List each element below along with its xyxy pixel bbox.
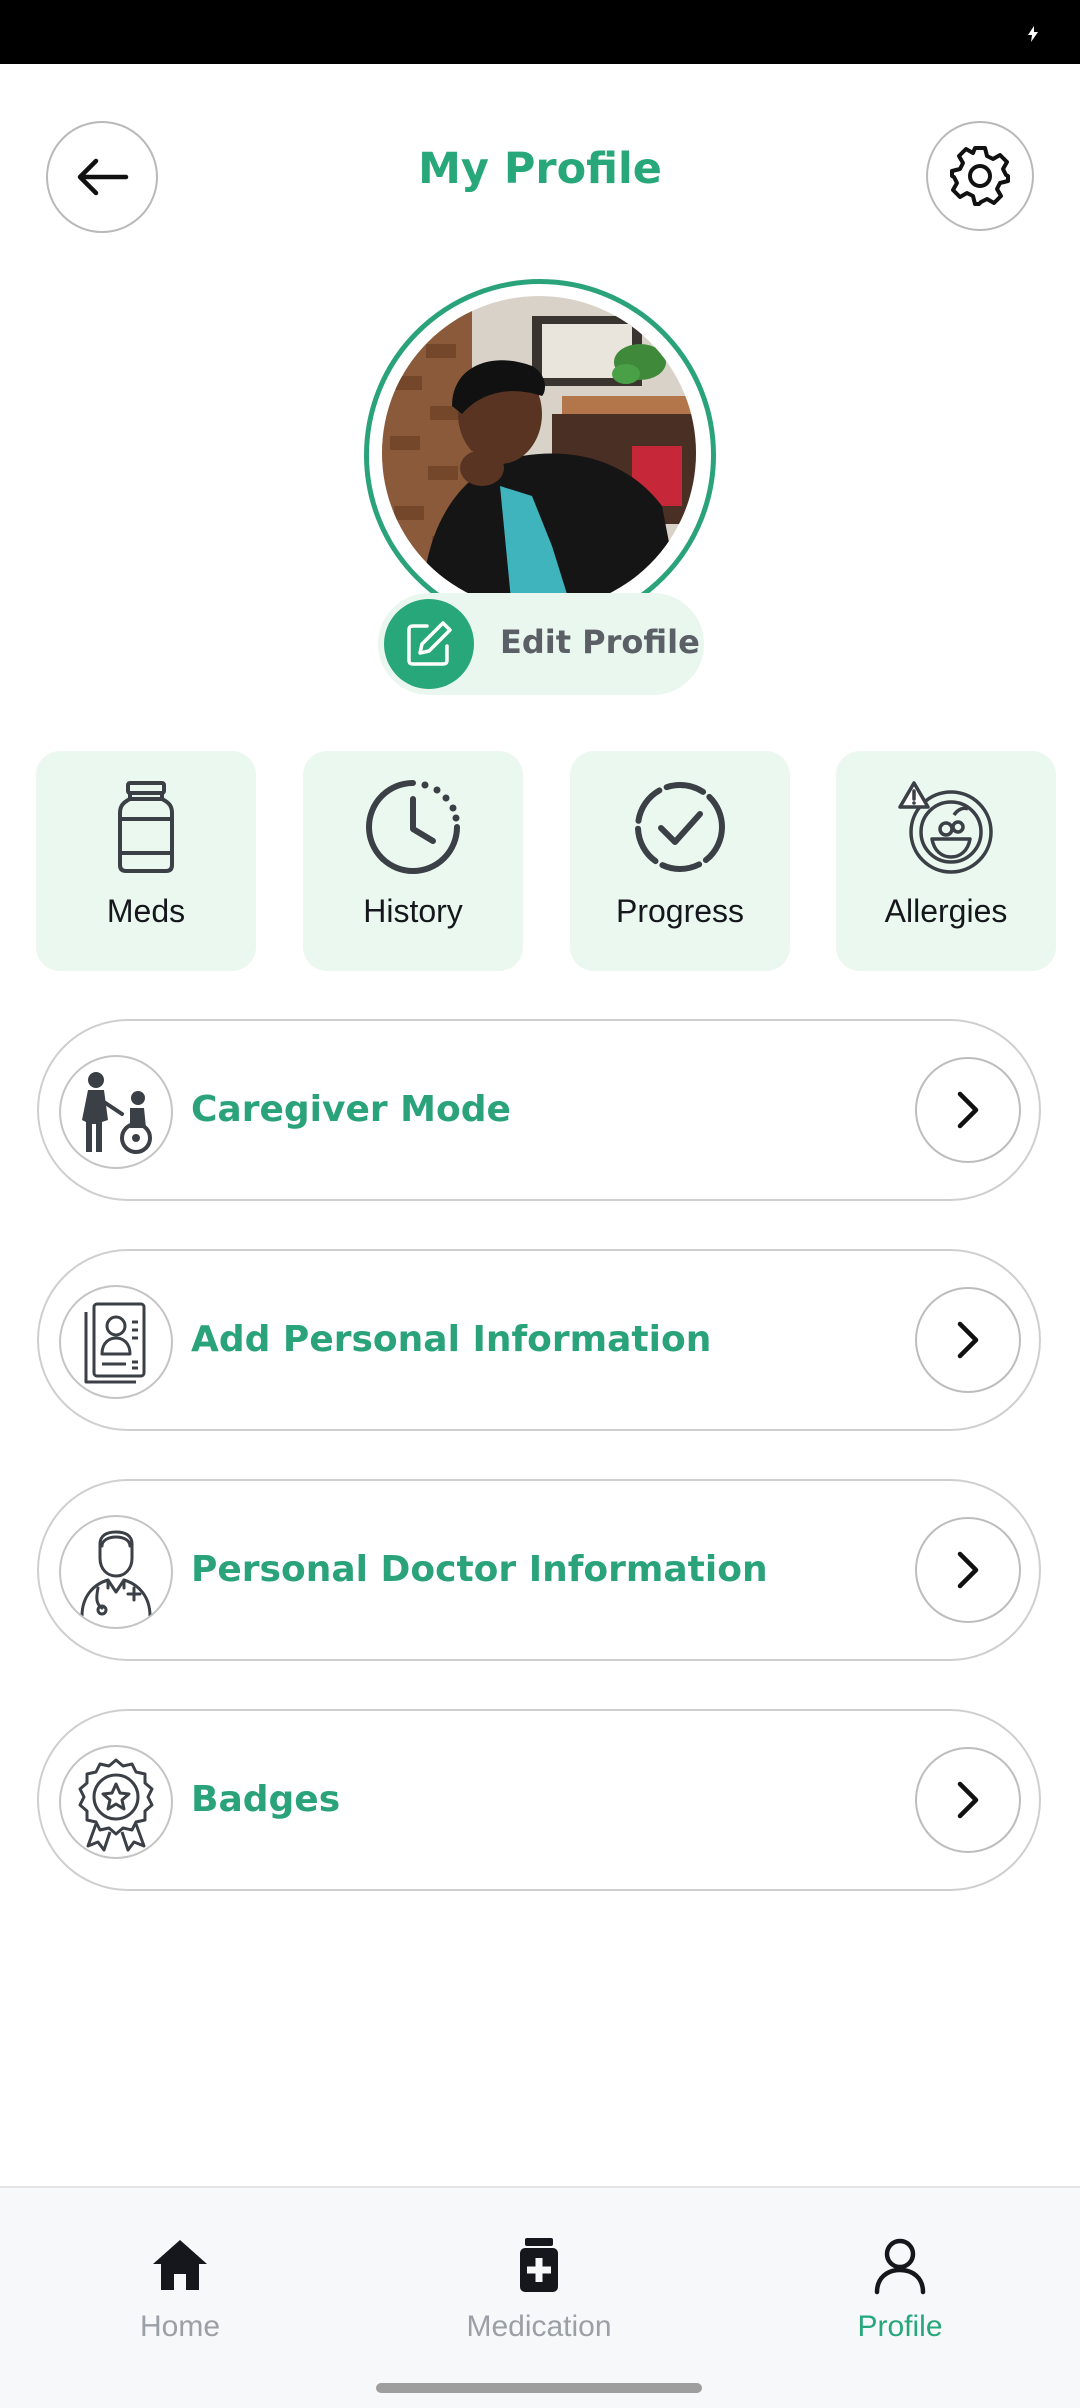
quick-action-label: Progress	[615, 893, 745, 929]
chevron-right-button[interactable]	[915, 1517, 1021, 1623]
nav-item-profile[interactable]: Profile	[770, 2188, 1030, 2368]
clock-history-icon	[366, 780, 460, 874]
chevron-right-button[interactable]	[915, 1287, 1021, 1393]
menu-item-icon-wrap	[59, 1055, 173, 1169]
menu-item-caregiver-mode[interactable]: Caregiver Mode	[37, 1019, 1041, 1201]
medication-icon	[520, 2238, 558, 2292]
gear-icon	[950, 146, 1010, 206]
quick-action-meds[interactable]: Meds	[36, 751, 256, 971]
charging-icon	[1028, 26, 1038, 42]
doctor-icon	[80, 1530, 152, 1618]
edit-icon-circle	[384, 599, 474, 689]
user-avatar-photo	[382, 296, 696, 610]
nav-label-medication: Medication	[466, 2310, 612, 2343]
quick-action-label: Allergies	[884, 893, 1008, 929]
nav-label-home: Home	[139, 2310, 221, 2343]
menu-item-icon-wrap	[59, 1285, 173, 1399]
home-icon	[153, 2240, 207, 2290]
menu-item-label: Caregiver Mode	[191, 1089, 511, 1130]
settings-button[interactable]	[926, 121, 1034, 231]
badge-star-icon	[78, 1758, 154, 1852]
chevron-right-icon	[957, 1321, 979, 1359]
quick-action-progress[interactable]: Progress	[570, 751, 790, 971]
menu-item-add-personal-information[interactable]: Add Personal Information	[37, 1249, 1041, 1431]
menu-item-icon-wrap	[59, 1515, 173, 1629]
profile-person-icon	[874, 2238, 926, 2295]
allergy-food-warning-icon	[898, 781, 993, 874]
edit-profile-button[interactable]: Edit Profile	[378, 593, 704, 695]
page-title: My Profile	[418, 144, 662, 194]
check-circle-dashed-icon	[635, 782, 725, 872]
quick-action-allergies[interactable]: Allergies	[836, 751, 1056, 971]
pencil-square-icon	[407, 621, 452, 666]
menu-item-label: Personal Doctor Information	[191, 1549, 768, 1590]
nav-item-home[interactable]: Home	[50, 2188, 310, 2368]
caregiver-wheelchair-icon	[82, 1072, 152, 1154]
menu-item-personal-doctor-information[interactable]: Personal Doctor Information	[37, 1479, 1041, 1661]
status-bar	[0, 0, 1080, 64]
nav-item-medication[interactable]: Medication	[409, 2188, 669, 2368]
menu-item-label: Add Personal Information	[191, 1319, 712, 1360]
quick-action-label: Meds	[106, 893, 186, 929]
quick-action-history[interactable]: History	[303, 751, 523, 971]
quick-actions: Meds History Progress Allergies	[0, 751, 1080, 973]
home-indicator[interactable]	[376, 2383, 702, 2393]
chevron-right-icon	[957, 1091, 979, 1129]
medicine-bottle-icon	[118, 781, 174, 873]
edit-profile-label: Edit Profile	[500, 623, 700, 661]
chevron-right-button[interactable]	[915, 1057, 1021, 1163]
nav-label-profile: Profile	[857, 2310, 943, 2343]
chevron-right-button[interactable]	[915, 1747, 1021, 1853]
menu-item-icon-wrap	[59, 1745, 173, 1859]
personal-id-card-icon	[84, 1302, 146, 1384]
avatar[interactable]	[382, 296, 696, 610]
bottom-navigation: Home Medication Profile	[0, 2186, 1080, 2408]
quick-action-label: History	[363, 893, 463, 929]
menu-item-label: Badges	[191, 1779, 341, 1820]
chevron-right-icon	[957, 1551, 979, 1589]
chevron-right-icon	[957, 1781, 979, 1819]
menu-item-badges[interactable]: Badges	[37, 1709, 1041, 1891]
